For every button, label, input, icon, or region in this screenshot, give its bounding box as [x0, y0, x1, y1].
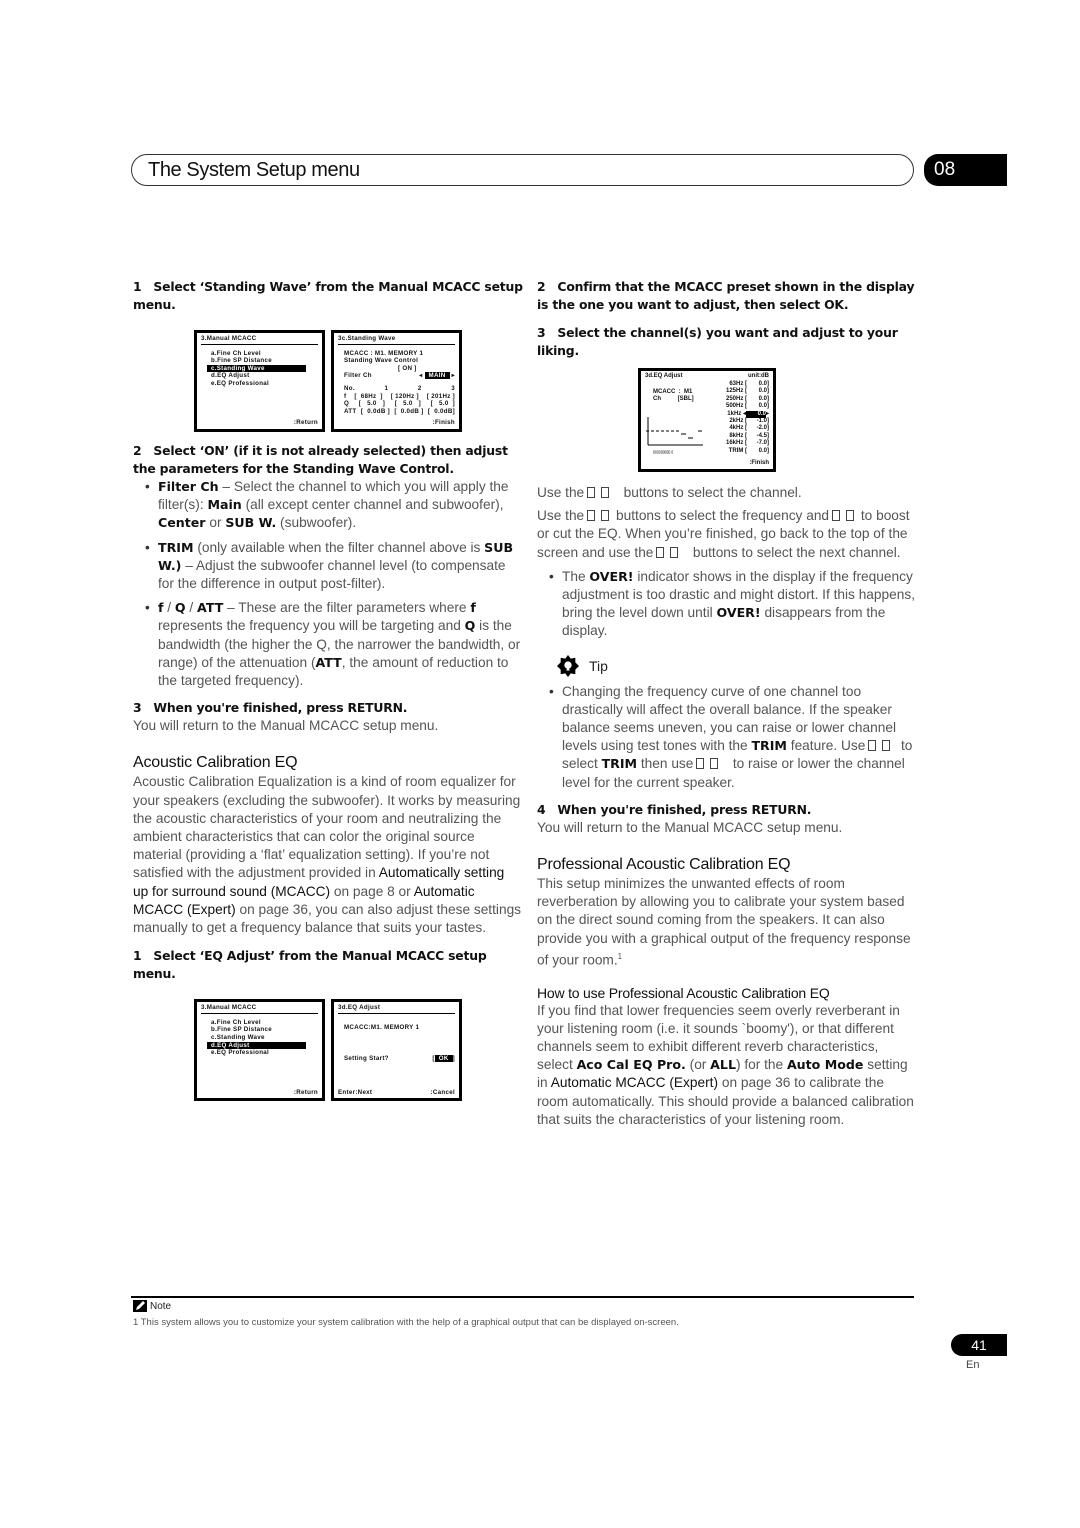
left-arrow-button-icon	[832, 510, 841, 522]
step-2-confirm-preset: 2 Confirm that the MCACC preset shown in …	[537, 279, 915, 312]
eq-band-row: 16kHz [-7.0]	[725, 440, 769, 447]
right-arrow-button-icon	[601, 487, 610, 498]
eq-band-value: -7.0	[756, 440, 767, 447]
left-arrow-button-icon	[696, 758, 705, 770]
osd-eq-adjust: 3d.EQ Adjust unit:dB MCACC : M1 Ch [SBL] …	[638, 368, 776, 472]
osd-menu-item: b.Fine SP Distance	[211, 1026, 272, 1034]
osd-standing-wave: 3c.Standing Wave MCACC : M1. MEMORY 1 St…	[331, 330, 462, 432]
eq-band-value: -1.0	[756, 418, 767, 424]
osd-eq-adjust-start: 3d.EQ Adjust MCACC:M1. MEMORY 1 Setting …	[331, 999, 462, 1102]
eq-band-value: 0.0	[758, 381, 767, 387]
eq-band-value: 0.0	[745, 410, 766, 418]
step-3-press-return: 3 When you're finished, press RETURN.	[133, 700, 408, 716]
note-heading: Note	[133, 1300, 171, 1312]
eq-band-value: 0.0	[758, 388, 767, 395]
heading-acoustic-calibration-eq: Acoustic Calibration EQ	[133, 754, 298, 772]
left-arrow-button-icon	[656, 546, 665, 558]
eq-band-frequency: 125Hz	[725, 388, 744, 395]
eq-curve-graph: ▯▯▯▯▯▯▯▯▯ ▯	[646, 417, 703, 454]
tip-heading: Tip	[557, 654, 917, 677]
paragraph-select-frequency: Use the buttons to select the frequency …	[537, 508, 910, 560]
osd-menu-item-selected: d.EQ Adjust	[207, 1041, 306, 1050]
osd-menu-item-selected: c.Standing Wave	[207, 364, 306, 373]
heading-professional-acoustic-calibration-eq: Professional Acoustic Calibration EQ	[537, 856, 791, 874]
osd-pair-standing-wave: 3.Manual MCACC a.Fine Ch Level b.Fine SP…	[133, 330, 523, 432]
osd-manual-mcacc-menu-2: 3.Manual MCACC a.Fine Ch Level b.Fine SP…	[194, 999, 325, 1102]
acoustic-calibration-paragraph: Acoustic Calibration Equalization is a k…	[133, 774, 522, 936]
eq-band-frequency: 500Hz	[725, 403, 744, 410]
eq-band-value: 0.0	[758, 447, 767, 454]
osd-manual-mcacc-menu: 3.Manual MCACC a.Fine Ch Level b.Fine SP…	[194, 330, 325, 432]
bullet-filter-ch: Filter Ch – Select the channel to which …	[133, 478, 523, 533]
how-to-use-paragraph: If you find that lower frequencies seem …	[537, 1002, 914, 1127]
chapter-tab: 08	[924, 154, 1007, 186]
step-4-press-return: 4 When you're finished, press RETURN.	[537, 801, 812, 817]
step-3-select-channel: 3 Select the channel(s) you want and adju…	[537, 325, 898, 358]
eq-band-frequency: 63Hz	[729, 381, 744, 387]
eq-band-frequency: 2kHz	[729, 418, 744, 424]
eq-band-value: -4.5	[756, 432, 767, 439]
professional-paragraph: This setup minimizes the unwanted effect…	[537, 876, 911, 968]
eq-band-frequency: TRIM	[728, 447, 744, 454]
eq-band-row: 2kHz [-1.0]	[729, 418, 769, 424]
right-arrow-button-icon	[846, 510, 855, 522]
step-2-select-on: 2 Select ‘ON’ (if it is not already selec…	[133, 443, 508, 476]
eq-band-value: 0.0	[758, 395, 767, 402]
bullet-over-indicator: The OVER! indicator shows in the display…	[537, 568, 917, 641]
osd-menu-item: a.Fine Ch Level	[211, 1018, 261, 1026]
up-arrow-button-icon	[587, 510, 596, 522]
footnote-divider	[131, 1296, 914, 1298]
bullet-tip-trim: Changing the frequency curve of one chan…	[537, 683, 917, 792]
down-arrow-button-icon	[601, 510, 610, 522]
right-arrow-button-icon	[710, 758, 719, 770]
eq-band-frequency: 8kHz	[729, 432, 744, 439]
eq-band-value: 0.0	[758, 403, 767, 410]
eq-band-row: 250Hz [0.0]	[725, 395, 769, 402]
step-3-body: You will return to the Manual MCACC setu…	[133, 718, 439, 734]
lightbulb-tip-icon	[557, 654, 579, 677]
osd-menu-item: e.EQ Professional	[211, 379, 270, 387]
left-column: 1 Select ‘Standing Wave’ from the Manual …	[133, 278, 523, 1102]
eq-band-row: 63Hz [0.0]	[729, 381, 769, 387]
up-arrow-button-icon	[868, 740, 877, 752]
svg-text:▯▯▯▯▯▯▯▯▯ ▯: ▯▯▯▯▯▯▯▯▯ ▯	[653, 450, 673, 454]
osd-menu-item: b.Fine SP Distance	[211, 357, 272, 365]
page-number: 41	[951, 1334, 1007, 1356]
step-1-eq-adjust: 1 Select ‘EQ Adjust’ from the Manual MCAC…	[133, 948, 487, 982]
eq-band-frequency: 1kHz	[727, 410, 742, 417]
down-arrow-button-icon	[882, 740, 891, 752]
footnote-ref[interactable]: 1	[618, 952, 622, 961]
language-code: En	[966, 1359, 980, 1371]
osd-menu-item: c.Standing Wave	[211, 1034, 265, 1042]
pencil-note-icon	[133, 1300, 147, 1312]
eq-band-row: 500Hz [0.0]	[725, 403, 769, 410]
right-arrow-button-icon	[670, 546, 679, 558]
eq-band-frequency: 16kHz	[725, 440, 744, 447]
paragraph-select-channel: Use the buttons to select the channel.	[537, 485, 802, 500]
eq-band-row: TRIM [0.0]	[728, 447, 769, 454]
left-arrow-button-icon	[587, 487, 596, 498]
step-1-standing-wave: 1 Select ‘Standing Wave’ from the Manual …	[133, 279, 523, 312]
eq-band-frequency: 4kHz	[729, 425, 744, 432]
right-column: 2 Confirm that the MCACC preset shown in …	[537, 278, 917, 1129]
link-auto-mcacc-expert[interactable]: Automatic MCACC (Expert)	[551, 1075, 718, 1090]
step-4-body: You will return to the Manual MCACC setu…	[537, 819, 843, 835]
eq-band-row: 8kHz [-4.5]	[729, 432, 769, 439]
bullet-trim: TRIM (only available when the filter cha…	[133, 539, 523, 594]
eq-band-value: -2.0	[756, 425, 767, 432]
heading-how-to-use-pro-eq: How to use Professional Acoustic Calibra…	[537, 984, 830, 1001]
page-title: The System Setup menu	[148, 159, 360, 181]
footnote-text: 1 This system allows you to customize yo…	[133, 1317, 679, 1328]
eq-band-row: 4kHz [-2.0]	[729, 425, 769, 432]
eq-band-frequency: 250Hz	[725, 395, 744, 402]
eq-band-row: 125Hz [0.0]	[725, 388, 769, 395]
osd-menu-item: a.Fine Ch Level	[211, 349, 261, 357]
osd-pair-eq-adjust: 3.Manual MCACC a.Fine Ch Level b.Fine SP…	[133, 999, 523, 1102]
osd-menu-item: d.EQ Adjust	[211, 372, 250, 380]
eq-band-row-selected: 1kHz ◂ 0.0▸	[727, 410, 769, 418]
bullet-f-q-att: f / Q / ATT – These are the filter param…	[133, 599, 523, 690]
osd-menu-item: e.EQ Professional	[211, 1049, 270, 1057]
